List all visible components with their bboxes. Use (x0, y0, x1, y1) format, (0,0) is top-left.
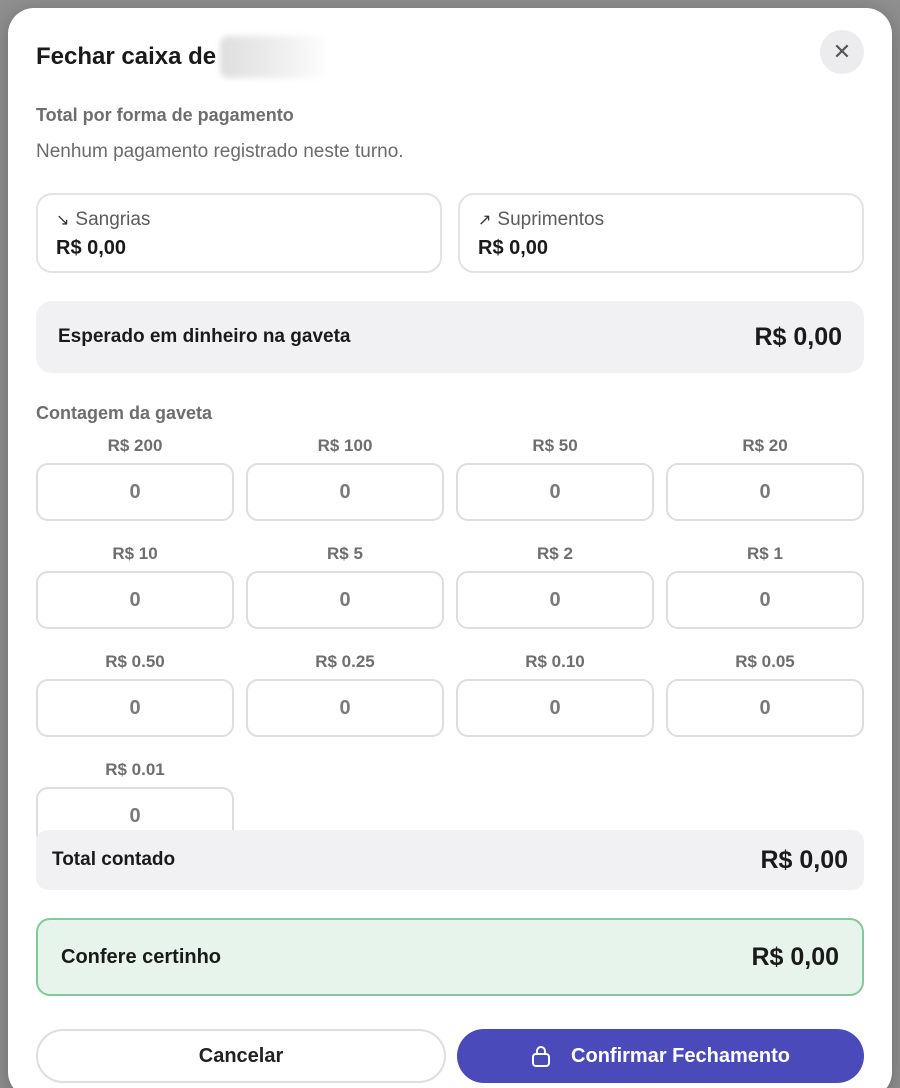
denomination-label: R$ 0.25 (315, 652, 375, 671)
total-counted-value: R$ 0,00 (760, 845, 848, 874)
denomination-label: R$ 200 (107, 436, 163, 455)
denomination-input[interactable]: 0 (246, 571, 444, 629)
modal-title-text: Fechar caixa de (36, 43, 217, 70)
trending-up-icon: ↗ (478, 212, 492, 229)
denomination-input[interactable]: 0 (456, 679, 654, 737)
denomination-input[interactable]: 0 (666, 679, 864, 737)
expected-cash-value: R$ 0,00 (754, 322, 842, 351)
denomination-2: R$ 2 0 (456, 541, 654, 629)
denomination-0-50: R$ 0.50 0 (36, 649, 234, 737)
confirm-close-button[interactable]: Confirmar Fechamento (457, 1029, 864, 1083)
denomination-label: R$ 100 (317, 436, 373, 455)
confirm-close-label: Confirmar Fechamento (571, 1044, 790, 1067)
denomination-input[interactable]: 0 (36, 679, 234, 737)
denomination-label: R$ 50 (532, 436, 578, 455)
denomination-label: R$ 2 (537, 544, 573, 563)
denomination-label: R$ 0.50 (105, 652, 165, 671)
lock-icon (532, 1046, 551, 1067)
denomination-label: R$ 1 (747, 544, 783, 563)
match-status-banner: Confere certinho R$ 0,00 (36, 918, 864, 996)
denomination-200: R$ 200 0 (36, 433, 234, 521)
trending-down-icon: ↘ (56, 212, 70, 229)
match-status-label: Confere certinho (61, 945, 222, 968)
close-register-modal: Fechar caixa de ✕ Total por forma de pag… (8, 8, 892, 1088)
expected-cash-row: Esperado em dinheiro na gaveta R$ 0,00 (36, 301, 864, 373)
suprimentos-value: R$ 0,00 (478, 237, 549, 259)
payments-empty-text: Nenhum pagamento registrado neste turno. (36, 141, 404, 162)
modal-title: Fechar caixa de (36, 36, 331, 78)
denomination-input[interactable]: 0 (246, 463, 444, 521)
denomination-input[interactable]: 0 (456, 463, 654, 521)
denomination-10: R$ 10 0 (36, 541, 234, 629)
denomination-0-05: R$ 0.05 0 (666, 649, 864, 737)
payments-heading: Total por forma de pagamento (36, 105, 294, 125)
suprimentos-card: ↗ Suprimentos R$ 0,00 (458, 193, 864, 273)
suprimentos-label: Suprimentos (497, 209, 605, 230)
denomination-input[interactable]: 0 (666, 463, 864, 521)
denomination-50: R$ 50 0 (456, 433, 654, 521)
denomination-label: R$ 0.01 (105, 760, 165, 779)
denomination-1: R$ 1 0 (666, 541, 864, 629)
denomination-label: R$ 20 (742, 436, 788, 455)
expected-cash-label: Esperado em dinheiro na gaveta (58, 326, 351, 347)
denomination-100: R$ 100 0 (246, 433, 444, 521)
cancel-button[interactable]: Cancelar (36, 1029, 446, 1083)
denomination-input[interactable]: 0 (246, 679, 444, 737)
denomination-20: R$ 20 0 (666, 433, 864, 521)
sangrias-card: ↘ Sangrias R$ 0,00 (36, 193, 442, 273)
denomination-label: R$ 0.05 (735, 652, 795, 671)
total-counted-row: Total contado R$ 0,00 (36, 830, 864, 890)
denomination-0-25: R$ 0.25 0 (246, 649, 444, 737)
match-status-value: R$ 0,00 (751, 942, 839, 971)
denomination-label: R$ 0.10 (525, 652, 585, 671)
denomination-label: R$ 10 (112, 544, 158, 563)
sangrias-label: Sangrias (75, 209, 151, 230)
denomination-input[interactable]: 0 (456, 571, 654, 629)
sangrias-value: R$ 0,00 (56, 237, 127, 259)
denomination-grid: R$ 200 0 R$ 100 0 R$ 50 0 R$ 20 0 R$ 10 … (36, 433, 864, 845)
close-button[interactable]: ✕ (820, 30, 864, 74)
denomination-0-10: R$ 0.10 0 (456, 649, 654, 737)
close-icon: ✕ (832, 39, 852, 64)
denomination-5: R$ 5 0 (246, 541, 444, 629)
counting-heading: Contagem da gaveta (36, 403, 213, 423)
total-counted-label: Total contado (52, 849, 176, 870)
denomination-input[interactable]: 0 (666, 571, 864, 629)
denomination-label: R$ 5 (327, 544, 363, 563)
redacted-register-name (220, 36, 331, 78)
denomination-input[interactable]: 0 (36, 571, 234, 629)
denomination-input[interactable]: 0 (36, 463, 234, 521)
